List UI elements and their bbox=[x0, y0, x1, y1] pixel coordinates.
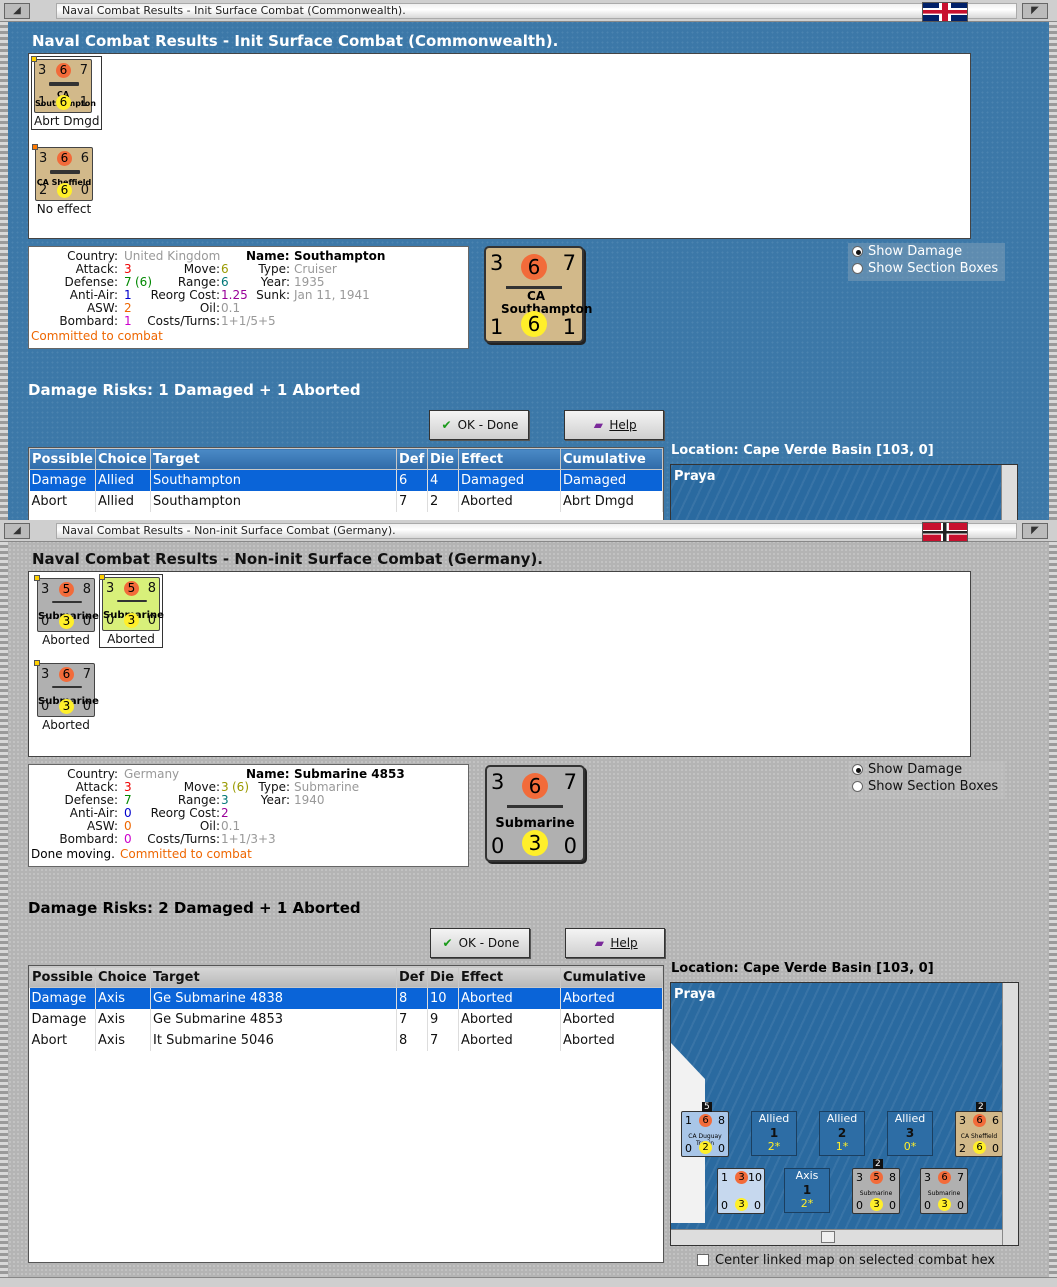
map-counter-submarine[interactable]: 2 3 5 8 Submarine 0 3 0 bbox=[852, 1159, 900, 1214]
unit-result: Aborted bbox=[42, 633, 90, 647]
show-damage-radio[interactable]: Show Damage bbox=[848, 761, 1005, 778]
cruiser-icon bbox=[50, 170, 80, 174]
table-row[interactable]: Abort Axis It Submarine 5046 8 7 Aborted Abort… bbox=[29, 1029, 663, 1051]
top-display-options: Show Damage Show Section Boxes bbox=[848, 243, 1005, 281]
section-box-allied-2[interactable]: Allied 2 1* bbox=[819, 1111, 865, 1156]
minimize-icon[interactable]: ◢ bbox=[4, 523, 30, 539]
unit-result: Aborted bbox=[42, 718, 90, 732]
unit-submarine-selected[interactable]: 3 5 8 Submarine 0 3 0 Aborted bbox=[99, 574, 164, 648]
book-icon: ▰ bbox=[594, 936, 604, 950]
checkmark-icon: ✔ bbox=[442, 936, 453, 950]
bottom-unit-info: Country: Germany Attack: 3 Defense: 7 An… bbox=[28, 764, 469, 867]
bottom-titlebar[interactable]: ◢ Naval Combat Results - Non-init Surfac… bbox=[0, 520, 1057, 542]
table-header: Possible Choice Target Def Die Effect Cu… bbox=[29, 448, 663, 470]
bottom-mini-map[interactable]: Praya 5 1 6 8 CA Duguay Trouin 0 2 0 All… bbox=[670, 982, 1019, 1246]
table-row[interactable]: Abort Allied Southampton 7 2 Aborted Abrt Dmgd bbox=[29, 490, 663, 512]
scroll-thumb[interactable] bbox=[821, 1231, 835, 1243]
submarine-icon bbox=[507, 805, 563, 808]
show-section-boxes-radio[interactable]: Show Section Boxes bbox=[848, 778, 1005, 795]
top-combat-window: ◢ Naval Combat Results - Init Surface Co… bbox=[0, 0, 1057, 520]
table-row[interactable]: Damage Axis Ge Submarine 4838 8 10 Aborted Abo… bbox=[29, 987, 663, 1009]
bottom-location: Location: Cape Verde Basin [103, 0] bbox=[671, 961, 934, 976]
submarine-icon bbox=[117, 600, 147, 602]
top-titlebar[interactable]: ◢ Naval Combat Results - Init Surface Co… bbox=[0, 0, 1057, 22]
unit-result: Abrt Dmgd bbox=[34, 114, 100, 128]
bottom-damage-risks: Damage Risks: 2 Damaged + 1 Aborted bbox=[28, 899, 361, 917]
minimize-icon[interactable]: ◢ bbox=[4, 3, 30, 19]
checkmark-icon: ✔ bbox=[441, 418, 452, 432]
unit-submarine[interactable]: 3 6 7 Submarine 0 3 0 Aborted bbox=[34, 660, 99, 732]
bottom-results-table: Possible Choice Target Def Die Effect Cu… bbox=[28, 965, 664, 1263]
map-counter-sheffield[interactable]: 2 3 6 6 CA Sheffield 2 6 0 bbox=[955, 1102, 1003, 1157]
window-corner-icon[interactable]: ◤ bbox=[1022, 523, 1048, 539]
bottom-combat-window: ◢ Naval Combat Results - Non-init Surfac… bbox=[0, 520, 1057, 1287]
top-damage-risks: Damage Risks: 1 Damaged + 1 Aborted bbox=[28, 381, 361, 399]
table-row[interactable]: Damage Axis Ge Submarine 4853 7 9 Aborted Abor… bbox=[29, 1008, 663, 1030]
section-box-axis-1[interactable]: Axis 1 2* bbox=[784, 1168, 830, 1213]
window-corner-icon[interactable]: ◤ bbox=[1022, 3, 1048, 19]
map-vertical-scrollbar[interactable] bbox=[1002, 983, 1018, 1245]
top-units-panel: 3 6 7 CA Southampton 1 6 1 Abrt Dmgd 3 6… bbox=[28, 53, 971, 239]
unit-submarine[interactable]: 3 5 8 Submarine 0 3 0 Aborted bbox=[34, 575, 99, 647]
cruiser-icon bbox=[49, 82, 79, 86]
bottom-big-counter: 3 6 7 Submarine 0 3 0 bbox=[485, 765, 585, 862]
unit-result: Aborted bbox=[107, 632, 155, 646]
map-counter-carrier[interactable]: 1 3 10 0 3 0 bbox=[717, 1168, 765, 1214]
submarine-icon bbox=[52, 686, 82, 688]
table-header: Possible Choice Target Def Die Effect Cu… bbox=[29, 966, 663, 988]
top-results-table: Possible Choice Target Def Die Effect Cu… bbox=[28, 447, 664, 520]
map-counter-submarine[interactable]: 3 6 7 Submarine 0 3 0 bbox=[920, 1168, 968, 1214]
top-big-counter: 3 6 7 CA Southampton 1 6 1 bbox=[484, 246, 592, 343]
unit-southampton[interactable]: 3 6 7 CA Southampton 1 6 1 Abrt Dmgd bbox=[31, 56, 103, 130]
unit-sheffield[interactable]: 3 6 6 CA Sheffield 2 6 0 No effect bbox=[32, 144, 93, 216]
top-location: Location: Cape Verde Basin [103, 0] bbox=[671, 443, 934, 458]
bottom-units-panel: 3 5 8 Submarine 0 3 0 Aborted 3 5 8 Subm… bbox=[28, 571, 971, 757]
show-section-boxes-radio[interactable]: Show Section Boxes bbox=[848, 260, 1005, 277]
table-row[interactable]: Damage Allied Southampton 6 4 Damaged Damaged bbox=[29, 469, 663, 491]
counter: 3 6 7 Submarine 0 3 0 bbox=[34, 660, 99, 717]
counter: 3 6 6 CA Sheffield 2 6 0 bbox=[32, 144, 93, 201]
help-button[interactable]: ▰ Help bbox=[564, 410, 664, 440]
map-counter-duguay-trouin[interactable]: 5 1 6 8 CA Duguay Trouin 0 2 0 bbox=[681, 1102, 729, 1157]
ok-done-button[interactable]: ✔ OK - Done bbox=[430, 928, 530, 958]
ok-done-button[interactable]: ✔ OK - Done bbox=[429, 410, 529, 440]
map-scrollbar[interactable] bbox=[1001, 465, 1017, 520]
book-icon: ▰ bbox=[593, 418, 603, 432]
counter: 3 5 8 Submarine 0 3 0 bbox=[99, 574, 164, 631]
submarine-icon bbox=[52, 601, 82, 603]
map-horizontal-scrollbar[interactable] bbox=[671, 1229, 1002, 1245]
top-mini-map[interactable]: Praya bbox=[670, 464, 1018, 520]
help-button[interactable]: ▰ Help bbox=[565, 928, 665, 958]
section-box-allied-1[interactable]: Allied 1 2* bbox=[751, 1111, 797, 1156]
counter: 3 6 7 CA Southampton 1 6 1 bbox=[31, 56, 96, 113]
bottom-title-text: Naval Combat Results - Non-init Surface … bbox=[62, 524, 396, 537]
germany-flag-icon bbox=[922, 522, 968, 542]
bottom-heading: Naval Combat Results - Non-init Surface … bbox=[32, 550, 544, 568]
section-box-allied-3[interactable]: Allied 3 0* bbox=[887, 1111, 933, 1156]
top-unit-info: Country: United Kingdom Attack: 3 Defens… bbox=[28, 246, 469, 349]
counter: 3 5 8 Submarine 0 3 0 bbox=[34, 575, 99, 632]
bottom-display-options: Show Damage Show Section Boxes bbox=[848, 761, 1005, 799]
unit-result: No effect bbox=[36, 202, 92, 216]
top-title-text: Naval Combat Results - Init Surface Comb… bbox=[62, 4, 406, 17]
uk-flag-icon bbox=[922, 2, 968, 22]
show-damage-radio[interactable]: Show Damage bbox=[848, 243, 1005, 260]
center-linked-map-checkbox[interactable]: Center linked map on selected combat hex bbox=[697, 1253, 995, 1268]
top-heading: Naval Combat Results - Init Surface Comb… bbox=[32, 32, 559, 50]
